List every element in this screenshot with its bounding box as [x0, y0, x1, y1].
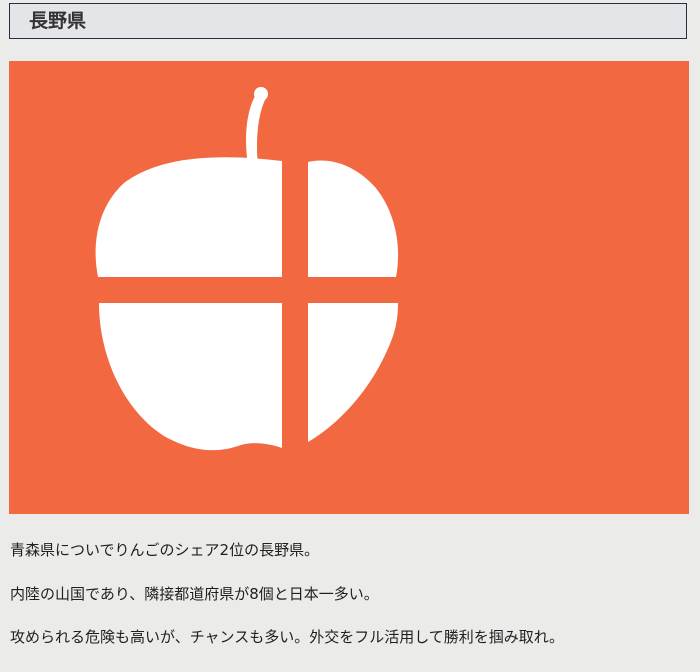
- flag-background: [9, 61, 689, 514]
- page-title-bar: 長野県: [9, 3, 687, 39]
- apple-stem-tip-icon: [254, 87, 268, 101]
- page-title: 長野県: [29, 10, 87, 32]
- description-paragraph-2: 内陸の山国であり、隣接都道府県が8個と日本一多い。: [10, 585, 379, 603]
- flag-svg: [9, 61, 689, 514]
- description-paragraph-1: 青森県についでりんごのシェア2位の長野県。: [10, 541, 320, 559]
- prefecture-flag: [9, 61, 689, 514]
- description-paragraph-3: 攻められる危険も高いが、チャンスも多い。外交をフル活用して勝利を掴み取れ。: [10, 628, 564, 646]
